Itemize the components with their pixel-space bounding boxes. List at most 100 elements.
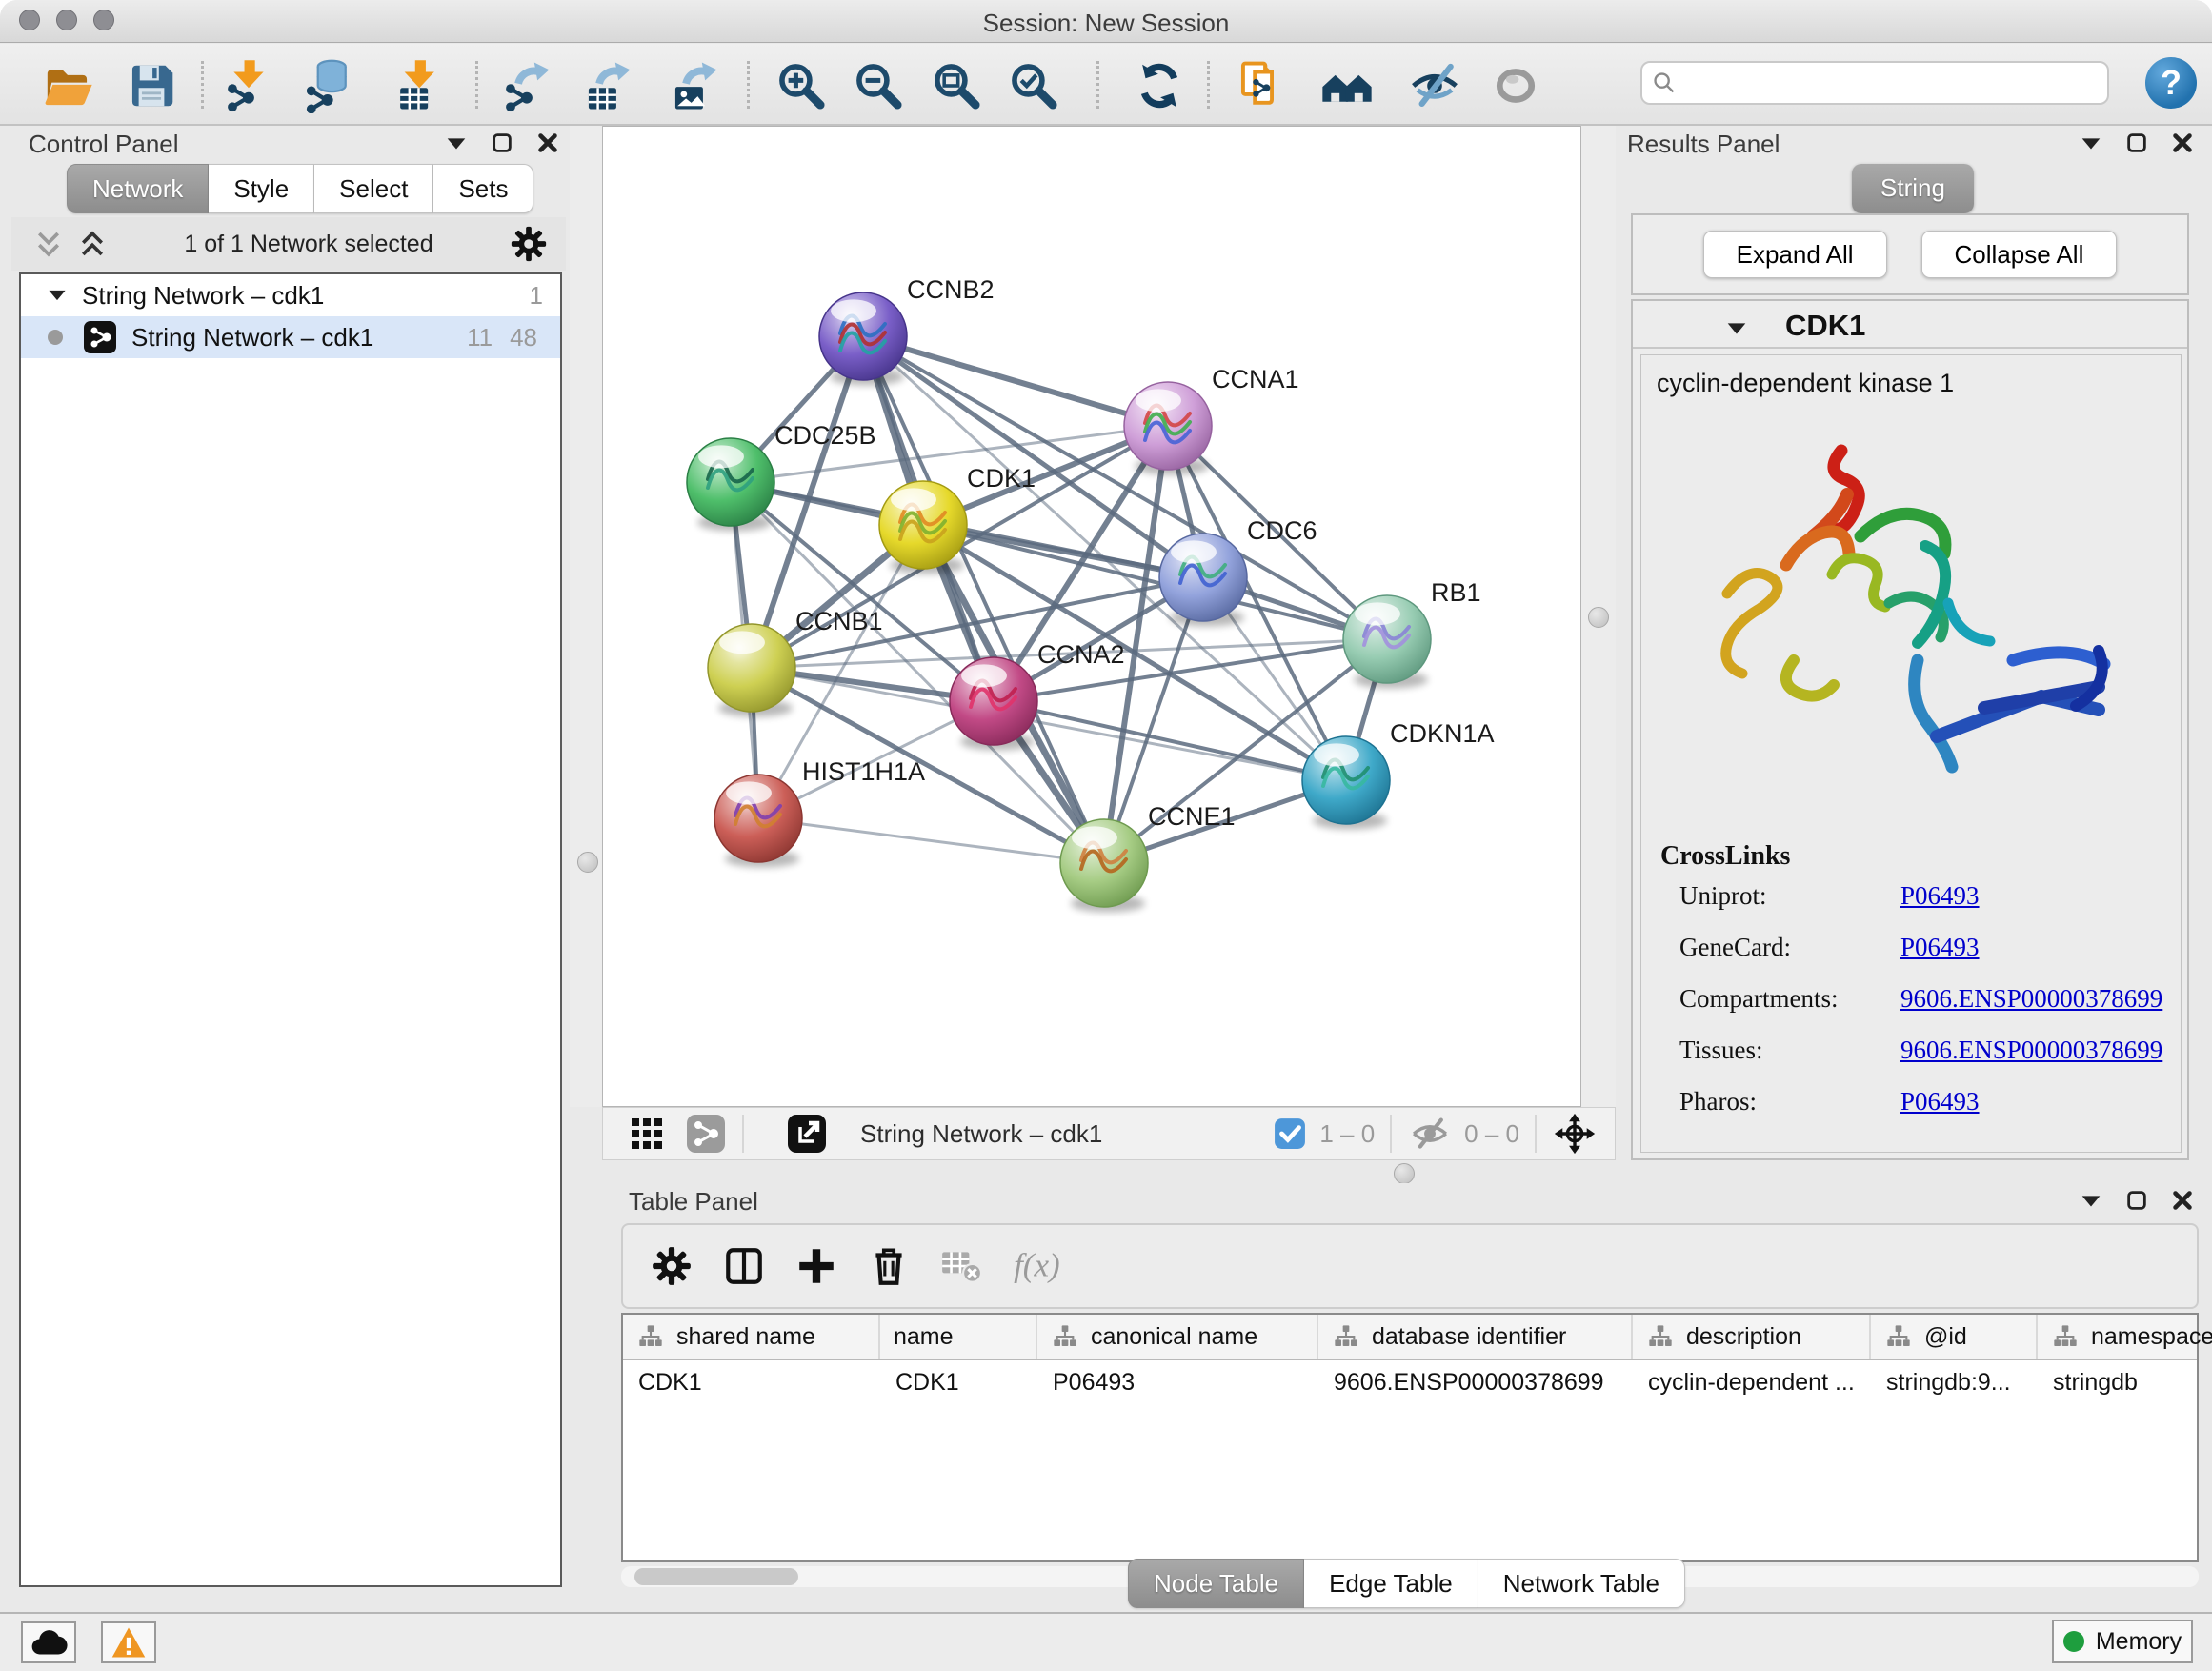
maximize-panel-icon[interactable]: [2124, 1188, 2149, 1213]
zoom-out-button[interactable]: [851, 58, 906, 113]
close-panel-icon[interactable]: [535, 131, 560, 155]
node-highlight: [698, 445, 744, 468]
pan-crosshair-icon[interactable]: [1554, 1113, 1596, 1155]
zoom-in-button[interactable]: [774, 58, 829, 113]
detach-view-icon[interactable]: [786, 1113, 828, 1155]
network-overview-icon[interactable]: [685, 1113, 727, 1155]
zoom-selected-button[interactable]: [1006, 58, 1061, 113]
crosslink-link[interactable]: 9606.ENSP00000378699: [1900, 984, 2162, 1014]
table-hscrollbar-thumb[interactable]: [634, 1568, 798, 1585]
network-options-gear-icon[interactable]: [509, 224, 549, 264]
expand-all-networks-icon[interactable]: [76, 228, 109, 260]
delete-columns-icon[interactable]: [867, 1244, 911, 1288]
network-collection-row[interactable]: String Network – cdk1 1: [21, 274, 560, 316]
crosslink-link[interactable]: P06493: [1900, 1087, 1980, 1117]
right-splitter[interactable]: [1581, 126, 1616, 1160]
crosslinks-title: CrossLinks: [1660, 841, 1790, 872]
tab-select[interactable]: Select: [314, 164, 433, 213]
show-columns-icon[interactable]: [722, 1244, 766, 1288]
results-entry: CDK1 cyclin-dependent kinase 1: [1631, 299, 2189, 1160]
network-canvas[interactable]: CCNB2 CCNA1 CDC25B CDK1 CDC6 RB1 CCNB1: [602, 126, 1581, 1107]
import-from-database-button[interactable]: [302, 58, 357, 113]
column-header-shared-name[interactable]: shared name: [623, 1315, 880, 1359]
network-node-CDKN1A[interactable]: CDKN1A: [1302, 719, 1495, 830]
float-panel-icon[interactable]: [444, 131, 469, 155]
float-panel-icon[interactable]: [2079, 131, 2103, 155]
open-session-button[interactable]: [40, 58, 95, 113]
collapse-all-button[interactable]: Collapse All: [1921, 231, 2118, 278]
tab-node-table[interactable]: Node Table: [1128, 1559, 1304, 1608]
column-header-description[interactable]: description: [1633, 1315, 1871, 1359]
import-network-button[interactable]: [221, 58, 276, 113]
column-label: database identifier: [1372, 1323, 1566, 1351]
results-entry-header[interactable]: CDK1: [1633, 301, 2187, 349]
expand-all-button[interactable]: Expand All: [1703, 231, 1887, 278]
new-network-from-selection-button[interactable]: [1235, 58, 1290, 113]
maximize-panel-icon[interactable]: [490, 131, 514, 155]
column-type-icon: [1884, 1322, 1913, 1351]
zoom-in-icon: [774, 58, 829, 113]
network-node-CCNA1[interactable]: CCNA1: [1124, 365, 1299, 475]
table-row[interactable]: CDK1CDK1P064939606.ENSP00000378699cyclin…: [623, 1360, 2197, 1404]
entry-caret-icon[interactable]: [1724, 316, 1749, 341]
table-body: CDK1CDK1P064939606.ENSP00000378699cyclin…: [623, 1360, 2197, 1404]
selected-nodes-checkbox-icon[interactable]: [1274, 1117, 1306, 1150]
crosslink-link[interactable]: P06493: [1900, 933, 1980, 962]
grid-view-icon[interactable]: [626, 1113, 668, 1155]
tab-edge-table[interactable]: Edge Table: [1304, 1559, 1478, 1608]
network-node-CCNE1[interactable]: CCNE1: [1060, 802, 1236, 913]
column-header-namespace[interactable]: namespace: [2038, 1315, 2212, 1359]
crosslink-row: Compartments: 9606.ENSP00000378699: [1679, 984, 2165, 1036]
column-label: namespace: [2091, 1323, 2212, 1351]
tab-network[interactable]: Network: [67, 164, 209, 213]
apply-layout-button[interactable]: [1132, 58, 1187, 113]
export-image-button[interactable]: [667, 58, 722, 113]
float-panel-icon[interactable]: [2079, 1188, 2103, 1213]
hide-selected-button[interactable]: [1407, 58, 1462, 113]
network-node-CDK1[interactable]: CDK1: [879, 464, 1036, 574]
network-row[interactable]: String Network – cdk1 11 48: [21, 316, 560, 358]
warning-status-button[interactable]: [101, 1621, 156, 1663]
save-session-button[interactable]: [124, 58, 179, 113]
tab-network-table[interactable]: Network Table: [1478, 1559, 1685, 1608]
hidden-items-eye-icon: [1409, 1113, 1451, 1155]
column-label: shared name: [676, 1323, 815, 1351]
table-options-gear-icon[interactable]: [650, 1244, 694, 1288]
first-neighbors-button[interactable]: [1319, 58, 1375, 113]
column-header-database-identifier[interactable]: database identifier: [1318, 1315, 1633, 1359]
memory-button[interactable]: Memory: [2052, 1620, 2193, 1663]
zoom-fit-button[interactable]: [929, 58, 984, 113]
network-node-HIST1H1A[interactable]: HIST1H1A: [714, 757, 925, 868]
help-button[interactable]: ?: [2145, 57, 2197, 109]
import-table-button[interactable]: [390, 58, 445, 113]
left-splitter[interactable]: [570, 126, 602, 1107]
left-splitter-handle[interactable]: [577, 852, 598, 873]
network-edge-CCNB2-CCNA1[interactable]: [863, 336, 1168, 426]
network-edge-HIST1H1A-CCNE1[interactable]: [758, 818, 1104, 863]
close-panel-icon[interactable]: [2170, 131, 2195, 155]
show-all-button[interactable]: [1488, 58, 1543, 113]
close-panel-icon[interactable]: [2170, 1188, 2195, 1213]
tab-style[interactable]: Style: [209, 164, 314, 213]
collection-count: 1: [530, 281, 543, 311]
create-column-icon[interactable]: [794, 1244, 838, 1288]
crosslink-link[interactable]: 9606.ENSP00000378699: [1900, 1036, 2162, 1065]
tab-string[interactable]: String: [1852, 164, 1974, 213]
export-network-button[interactable]: [499, 58, 554, 113]
column-header-canonical-name[interactable]: canonical name: [1037, 1315, 1318, 1359]
cloud-status-button[interactable]: [21, 1621, 76, 1663]
first-neighbors-icon: [1319, 58, 1375, 113]
network-node-RB1[interactable]: RB1: [1343, 578, 1481, 689]
column-header-name[interactable]: name: [880, 1315, 1037, 1359]
right-splitter-handle[interactable]: [1588, 607, 1609, 628]
search-input[interactable]: [1684, 70, 2098, 96]
export-table-button[interactable]: [580, 58, 635, 113]
maximize-panel-icon[interactable]: [2124, 131, 2149, 155]
crosslink-link[interactable]: P06493: [1900, 881, 1980, 911]
collapse-all-networks-icon[interactable]: [32, 228, 65, 260]
node-label-CCNE1: CCNE1: [1148, 802, 1236, 831]
bottom-splitter-handle[interactable]: [1394, 1163, 1415, 1184]
column-header-@id[interactable]: @id: [1871, 1315, 2038, 1359]
collection-caret-icon[interactable]: [46, 284, 69, 307]
tab-sets[interactable]: Sets: [433, 164, 533, 213]
